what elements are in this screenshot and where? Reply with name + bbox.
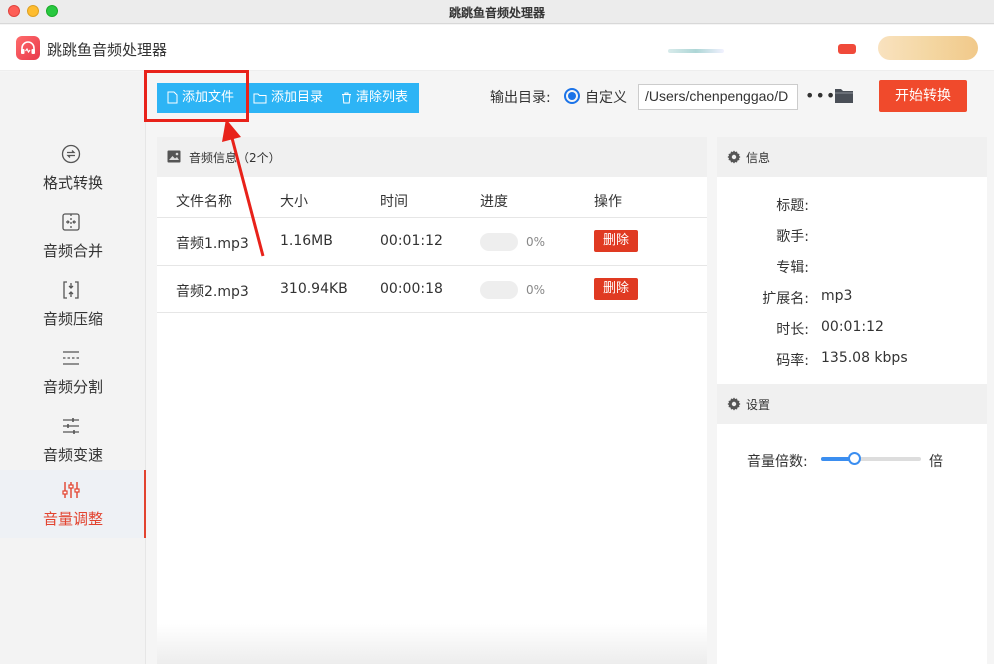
file-size-cell: 1.16MB xyxy=(280,233,333,249)
file-list-panel: 音频信息（2个） 文件名称 大小 时间 进度 操作 音频1.mp3 1.16MB… xyxy=(157,137,707,664)
header-promo-button[interactable] xyxy=(878,36,978,60)
extension-label: 扩展名: xyxy=(762,291,809,307)
sidebar-item-volume-adjust[interactable]: 音量调整 xyxy=(0,470,146,538)
file-size-cell: 310.94KB xyxy=(280,281,348,297)
image-icon xyxy=(167,150,181,163)
highlight-box xyxy=(144,70,249,122)
custom-radio[interactable] xyxy=(564,88,580,104)
sidebar-item-compress[interactable]: 音频压缩 xyxy=(0,270,146,338)
format-convert-icon xyxy=(61,144,81,164)
column-header-size: 大小 xyxy=(280,194,308,210)
gear-icon xyxy=(727,150,741,164)
column-header-name: 文件名称 xyxy=(176,194,232,210)
sidebar-item-label: 音频分割 xyxy=(42,378,103,396)
volume-adjust-icon xyxy=(62,482,80,498)
sidebar-item-format-convert[interactable]: 格式转换 xyxy=(0,134,146,202)
info-section-header: 信息 xyxy=(717,137,987,177)
delete-button[interactable]: 删除 xyxy=(594,230,638,252)
sidebar-item-label: 格式转换 xyxy=(42,174,103,192)
file-name-cell: 音频1.mp3 xyxy=(176,236,249,252)
clear-list-label: 清除列表 xyxy=(356,90,409,105)
table-row[interactable]: 音频2.mp3 310.94KB 00:00:18 0% 删除 xyxy=(157,265,707,313)
merge-icon xyxy=(62,213,80,231)
clear-list-button[interactable]: 清除列表 xyxy=(341,83,408,113)
compress-icon xyxy=(63,281,79,299)
progress-bar xyxy=(480,233,518,251)
header-decoration xyxy=(668,49,724,53)
duration-value: 00:01:12 xyxy=(821,319,884,335)
split-icon xyxy=(63,351,79,365)
open-folder-icon[interactable] xyxy=(834,87,854,104)
file-name-cell: 音频2.mp3 xyxy=(176,284,249,300)
extension-value: mp3 xyxy=(821,288,853,304)
column-header-time: 时间 xyxy=(380,194,408,210)
volume-unit-label: 倍 xyxy=(929,454,943,470)
app-name: 跳跳鱼音频处理器 xyxy=(47,41,168,59)
folder-outline-icon xyxy=(253,93,267,103)
album-label: 专辑: xyxy=(776,260,809,276)
title-bar: 跳跳鱼音频处理器 xyxy=(0,0,994,24)
app-logo-icon xyxy=(16,36,40,60)
speed-icon xyxy=(63,418,79,434)
sidebar-item-label: 音频变速 xyxy=(42,446,103,464)
sidebar-item-split[interactable]: 音频分割 xyxy=(0,338,146,406)
header-badge[interactable] xyxy=(838,44,856,54)
title-label: 标题: xyxy=(776,198,809,214)
more-options-button[interactable]: ••• xyxy=(805,86,836,105)
settings-section-title: 设置 xyxy=(746,398,771,412)
window-title: 跳跳鱼音频处理器 xyxy=(448,6,545,20)
settings-section-header: 设置 xyxy=(717,384,987,424)
panel-footer-shadow xyxy=(157,624,707,664)
gear-icon xyxy=(727,397,741,411)
artist-label: 歌手: xyxy=(776,229,809,245)
output-path-field[interactable]: /Users/chenpenggao/D xyxy=(638,84,798,110)
sidebar-item-speed[interactable]: 音频变速 xyxy=(0,406,146,474)
column-header-action: 操作 xyxy=(594,194,622,210)
file-list-header: 音频信息（2个） xyxy=(157,137,707,177)
custom-radio-label[interactable]: 自定义 xyxy=(585,87,627,107)
progress-percent: 0% xyxy=(526,235,546,249)
progress-bar xyxy=(480,281,518,299)
volume-multiplier-label: 音量倍数: xyxy=(747,454,808,470)
delete-button[interactable]: 删除 xyxy=(594,278,638,300)
sidebar-item-label: 音量调整 xyxy=(42,510,103,528)
add-folder-button[interactable]: 添加目录 xyxy=(253,83,323,113)
volume-slider[interactable] xyxy=(821,452,921,465)
sidebar-item-label: 音频合并 xyxy=(42,242,103,260)
add-folder-label: 添加目录 xyxy=(271,90,324,105)
column-header-progress: 进度 xyxy=(480,194,508,210)
file-time-cell: 00:00:18 xyxy=(380,281,443,297)
info-section-title: 信息 xyxy=(746,151,771,165)
output-dir-label: 输出目录: xyxy=(490,90,551,106)
info-panel: 信息 标题: 歌手: 专辑: 扩展名: mp3 时长: 00:01:12 码率:… xyxy=(717,137,987,664)
volume-slider-handle[interactable] xyxy=(848,452,861,465)
bitrate-value: 135.08 kbps xyxy=(821,350,908,366)
progress-percent: 0% xyxy=(526,283,546,297)
sidebar-item-label: 音频压缩 xyxy=(42,310,103,328)
file-list-title: 音频信息（2个） xyxy=(189,151,281,165)
trash-icon xyxy=(342,92,351,103)
app-header: 跳跳鱼音频处理器 xyxy=(0,25,994,71)
sidebar-item-merge[interactable]: 音频合并 xyxy=(0,202,146,270)
bitrate-label: 码率: xyxy=(776,353,809,369)
duration-label: 时长: xyxy=(776,322,809,338)
start-convert-button[interactable]: 开始转换 xyxy=(879,80,967,112)
table-row[interactable]: 音频1.mp3 1.16MB 00:01:12 0% 删除 xyxy=(157,217,707,265)
sidebar: 格式转换 音频合并 音频压缩 音频分割 音频变速 音量调整 xyxy=(0,72,146,664)
file-time-cell: 00:01:12 xyxy=(380,233,443,249)
